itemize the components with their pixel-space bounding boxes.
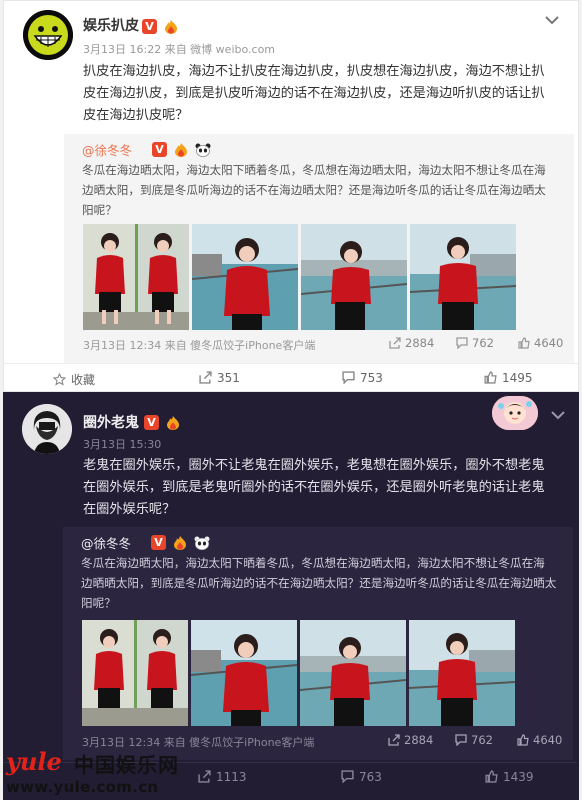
share-icon (389, 337, 401, 349)
photo-thumbnail[interactable] (192, 224, 298, 330)
comment-icon (456, 337, 468, 350)
retweet-badges: V (152, 139, 211, 158)
post-timestamp[interactable]: 3月13日 15:30 (83, 436, 161, 452)
retweet-text: 冬瓜在海边晒太阳，海边太阳下晒着冬瓜，冬瓜想在海边晒太阳，海边太阳不想让冬瓜在海… (81, 553, 571, 613)
post-text-line: 扒皮在海边扒皮，海边不让扒皮在海边扒皮，扒皮想在海边扒皮，海边不想让扒 (83, 64, 545, 79)
comment-button[interactable]: 753 (342, 371, 383, 385)
retweet-text-line: 冬瓜在海边晒太阳，海边太阳下晒着冬瓜，冬瓜想在海边晒太阳，海边太阳不想让冬瓜在海 (81, 556, 545, 570)
watermark-chinese: 中国娱乐网 (74, 753, 179, 777)
retweet-text-line: 阳呢？ (82, 203, 117, 217)
retweet-text-line: 冬瓜在海边晒太阳，海边太阳下晒着冬瓜，冬瓜想在海边晒太阳，海边太阳不想让冬瓜在海 (82, 163, 546, 177)
post-text-line: 在圈外娱乐，到底是老鬼听圈外的话不在圈外娱乐，还是圈外听老鬼的话让老鬼 (83, 480, 545, 495)
retweet-box: @徐冬冬 V 冬瓜在海边晒太阳，海边太阳下晒着冬瓜，冬瓜想在海边晒太阳，海边太阳… (64, 134, 574, 363)
chevron-down-icon[interactable] (551, 410, 565, 420)
action-bar: 收藏 351 753 1495 (4, 363, 578, 393)
verified-v-icon: V (144, 415, 159, 430)
photo-thumbnail[interactable] (301, 224, 407, 330)
photo-thumbnail[interactable] (300, 620, 406, 726)
repost-button[interactable]: 351 (199, 371, 240, 385)
photo-thumbnail[interactable] (409, 620, 515, 726)
like-button[interactable]: 1439 (485, 770, 534, 784)
post-text: 扒皮在海边扒皮，海边不让扒皮在海边扒皮，扒皮想在海边扒皮，海边不想让扒 皮在海边… (83, 61, 563, 127)
retweet-box: @徐冬冬 V 冬瓜在海边晒太阳，海边太阳下晒着冬瓜，冬瓜想在海边晒太阳，海边太阳… (63, 527, 573, 760)
post-text-line: 在圈外娱乐呢？ (83, 502, 176, 517)
weibo-screenshot: 娱乐扒皮 V 3月13日 16:22 来自 微博 weibo.com 扒皮在海边… (0, 0, 582, 800)
photo-thumbnail[interactable] (82, 620, 188, 726)
fire-icon (175, 142, 188, 157)
sticker-avatar (492, 396, 538, 430)
retweet-author[interactable]: @徐冬冬 (82, 140, 132, 159)
chevron-down-icon[interactable] (545, 15, 559, 25)
verified-v-icon: V (151, 535, 166, 550)
comment-icon (342, 371, 355, 385)
verified-v-icon: V (152, 142, 167, 157)
retweet-text: 冬瓜在海边晒太阳，海边太阳下晒着冬瓜，冬瓜想在海边晒太阳，海边太阳不想让冬瓜在海… (82, 160, 572, 220)
fire-icon (174, 535, 187, 550)
panda-icon (195, 143, 211, 157)
retweet-comment-stat[interactable]: 762 (456, 336, 494, 350)
post-text: 老鬼在圈外娱乐，圈外不让老鬼在圈外娱乐，老鬼想在圈外娱乐，圈外不想老鬼 在圈外娱… (83, 455, 563, 521)
post-text-line: 皮在海边扒皮呢？ (83, 108, 189, 123)
retweet-timestamp[interactable]: 3月13日 12:34 来自 傻冬瓜饺子iPhone客户端 (83, 337, 315, 353)
comment-icon (455, 734, 467, 747)
like-button[interactable]: 1495 (484, 371, 533, 385)
verified-v-icon: V (142, 19, 157, 34)
retweet-like-stat[interactable]: 4640 (518, 336, 563, 350)
retweet-author[interactable]: @徐冬冬 (81, 533, 131, 552)
thumbs-up-icon (485, 770, 498, 783)
retweet-badges: V (151, 532, 210, 551)
thumbs-up-icon (517, 734, 529, 746)
photo-thumbnail[interactable] (191, 620, 297, 726)
fire-icon (167, 415, 180, 430)
photo-thumbnail[interactable] (410, 224, 516, 330)
retweet-share-stat[interactable]: 2884 (388, 733, 433, 747)
favorite-button[interactable]: 收藏 (52, 371, 95, 388)
post-text-line: 皮在海边扒皮，到底是扒皮听海边的话不在海边扒皮，还是海边听扒皮的话让扒 (83, 86, 545, 101)
retweet-share-stat[interactable]: 2884 (389, 336, 434, 350)
retweet-like-stat[interactable]: 4640 (517, 733, 562, 747)
post-timestamp[interactable]: 3月13日 16:22 来自 微博 weibo.com (83, 41, 275, 57)
photo-thumbnail[interactable] (83, 224, 189, 330)
panda-icon (194, 536, 210, 550)
site-watermark: yule 中国娱乐网 www.yule.com.cn (0, 745, 200, 800)
retweet-comment-stat[interactable]: 762 (455, 733, 493, 747)
weibo-post-1: 娱乐扒皮 V 3月13日 16:22 来自 微博 weibo.com 扒皮在海边… (3, 0, 579, 392)
author-badges: V (144, 412, 182, 431)
retweet-text-line: 边晒太阳，到底是冬瓜听海边的话不在海边晒太阳？还是海边听冬瓜的话让冬瓜在海边晒太 (82, 183, 546, 197)
comment-icon (341, 770, 354, 784)
author-name[interactable]: 娱乐扒皮 (83, 15, 139, 35)
share-icon (388, 734, 400, 746)
thumbs-up-icon (518, 337, 530, 349)
fire-icon (165, 19, 178, 34)
weibo-post-2: 圈外老鬼 V 3月13日 15:30 老鬼在圈外娱乐，圈外不让老鬼在圈外娱乐，老… (3, 392, 579, 800)
star-icon (52, 372, 67, 386)
avatar[interactable] (22, 404, 72, 454)
thumbs-up-icon (484, 371, 497, 384)
retweet-text-line: 阳呢？ (81, 596, 116, 610)
repost-button[interactable]: 1113 (198, 770, 247, 784)
share-icon (199, 371, 212, 384)
author-name[interactable]: 圈外老鬼 (83, 412, 139, 432)
watermark-brand: yule (6, 747, 62, 776)
watermark-url: www.yule.com.cn (6, 778, 159, 796)
post-text-line: 老鬼在圈外娱乐，圈外不让老鬼在圈外娱乐，老鬼想在圈外娱乐，圈外不想老鬼 (83, 458, 545, 473)
author-badges: V (142, 16, 180, 35)
avatar[interactable] (23, 10, 73, 60)
retweet-text-line: 边晒晒太阳，到底是冬瓜听海边的话不在海边晒太阳？还是海边听冬瓜的话让冬瓜在海边晒… (81, 576, 557, 590)
comment-button[interactable]: 763 (341, 770, 382, 784)
